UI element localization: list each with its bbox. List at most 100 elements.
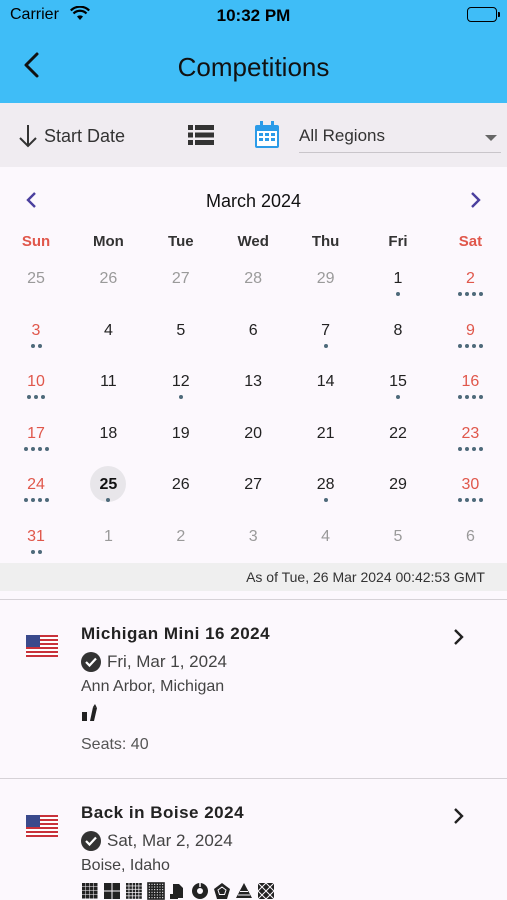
event-dot [34, 395, 38, 399]
calendar-day[interactable]: 25 [72, 461, 144, 512]
calendar-day[interactable]: 17 [0, 410, 72, 461]
filter-bar: Start Date All Regions [0, 103, 507, 167]
event-dot [30, 498, 35, 502]
calendar-day-number: 30 [461, 476, 480, 493]
event-dots [362, 344, 434, 350]
event-dot [471, 446, 476, 451]
check-circle-icon [81, 652, 101, 672]
calendar-day-number: 28 [244, 270, 263, 287]
competition-name: Michigan Mini 16 2024 [81, 624, 271, 643]
competition-location: Ann Arbor, Michigan [81, 678, 225, 695]
calendar-day[interactable]: 12 [145, 358, 217, 409]
calendar-day[interactable]: 14 [290, 358, 362, 409]
calendar-day-number: 3 [31, 321, 41, 339]
event-dots [434, 446, 506, 453]
calendar-day[interactable]: 2 [434, 255, 506, 306]
calendar-day[interactable]: 16 [434, 358, 506, 409]
page-title: Competitions [177, 52, 330, 82]
calendar-day[interactable]: 7 [290, 307, 362, 358]
calendar-day[interactable]: 6 [217, 307, 289, 358]
next-month-icon[interactable] [469, 191, 483, 214]
competition-date-text: Sat, Mar 2, 2024 [107, 831, 233, 850]
calendar-day[interactable]: 28 [217, 255, 289, 306]
calendar-day[interactable]: 30 [434, 461, 506, 512]
event-dot [471, 395, 476, 399]
event-dot [23, 498, 28, 502]
calendar-day[interactable]: 26 [72, 255, 144, 306]
calendar-day[interactable]: 6 [434, 513, 506, 564]
4x4-icon [82, 883, 98, 899]
event-dots [434, 395, 506, 401]
event-dots [72, 498, 144, 504]
calendar-day[interactable]: 8 [362, 307, 434, 358]
calendar-day[interactable]: 18 [72, 410, 144, 461]
event-dot [457, 292, 462, 296]
event-dots [434, 498, 506, 504]
region-select[interactable]: All Regions [299, 117, 501, 153]
calendar-day[interactable]: 21 [290, 410, 362, 461]
event-dot [478, 292, 483, 296]
event-dots [145, 447, 217, 453]
calendar-day[interactable]: 9 [434, 307, 506, 358]
sort-button[interactable]: Start Date [16, 123, 125, 149]
calendar-day-number: 19 [171, 424, 190, 442]
pyraminx-icon [236, 883, 252, 898]
event-dots [217, 447, 289, 453]
calendar-view-icon[interactable] [254, 121, 280, 154]
calendar-day[interactable]: 22 [362, 410, 434, 461]
event-dot [457, 446, 462, 451]
event-dots [290, 343, 362, 350]
calendar-day[interactable]: 1 [72, 513, 144, 564]
competition-item[interactable]: Back in Boise 2024 Sat, Mar 2, 2024 Bois… [0, 779, 507, 900]
event-dot [478, 446, 483, 451]
calendar-day[interactable]: 15 [362, 358, 434, 409]
calendar-day-number: 16 [461, 373, 480, 390]
calendar-day[interactable]: 10 [0, 358, 72, 409]
event-dots [0, 549, 72, 556]
calendar-day[interactable]: 13 [217, 358, 289, 409]
calendar-day[interactable]: 3 [0, 307, 72, 358]
calendar-day[interactable]: 5 [362, 513, 434, 564]
calendar-day[interactable]: 4 [72, 307, 144, 358]
calendar-day-number: 15 [389, 373, 407, 390]
event-dots [434, 550, 506, 556]
calendar-day[interactable]: 29 [290, 255, 362, 306]
competition-item[interactable]: Michigan Mini 16 2024 Fri, Mar 1, 2024 A… [0, 600, 507, 778]
calendar-day-number: 4 [321, 527, 331, 545]
calendar-day-number: 22 [389, 424, 407, 442]
calendar-day-number: 18 [99, 424, 118, 442]
calendar-day[interactable]: 24 [0, 461, 72, 512]
event-dots [362, 447, 434, 453]
event-dots [145, 498, 217, 504]
event-dot [464, 395, 469, 399]
calendar-day[interactable]: 23 [434, 410, 506, 461]
event-dots [362, 498, 434, 504]
calendar-day[interactable]: 27 [217, 461, 289, 512]
competition-location: Boise, Idaho [81, 857, 170, 874]
chevron-right-icon [452, 628, 466, 646]
calendar-day[interactable]: 28 [290, 461, 362, 512]
calendar-day[interactable]: 3 [217, 513, 289, 564]
event-dot [30, 343, 35, 348]
calendar-day[interactable]: 29 [362, 461, 434, 512]
calendar-day[interactable]: 5 [145, 307, 217, 358]
event-dots [72, 447, 144, 453]
list-view-icon[interactable] [188, 125, 214, 150]
calendar-day[interactable]: 2 [145, 513, 217, 564]
calendar-day[interactable]: 4 [290, 513, 362, 564]
calendar-day[interactable]: 25 [0, 255, 72, 306]
calendar-day[interactable]: 31 [0, 513, 72, 564]
calendar-day[interactable]: 19 [145, 410, 217, 461]
calendar-day[interactable]: 26 [145, 461, 217, 512]
event-dot [457, 395, 462, 399]
calendar: March 2024 Sun Mon Tue Wed Thu Fri Sat 25 26 27 2… [0, 167, 507, 554]
calendar-day[interactable]: 27 [145, 255, 217, 306]
calendar-day-number: 1 [393, 270, 403, 287]
calendar-day[interactable]: 11 [72, 358, 144, 409]
calendar-day-number: 5 [176, 321, 186, 339]
event-dots [362, 395, 434, 401]
calendar-day-number: 25 [27, 270, 45, 287]
calendar-day[interactable]: 1 [362, 255, 434, 306]
calendar-day[interactable]: 20 [217, 410, 289, 461]
weekday-label: Sun [21, 233, 51, 250]
